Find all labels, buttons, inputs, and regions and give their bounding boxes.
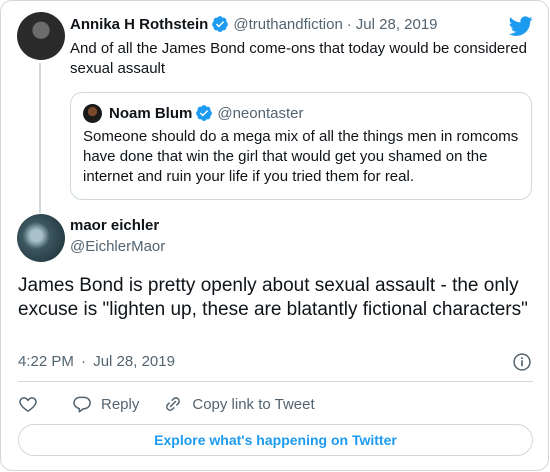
- copy-link-label[interactable]: Copy link to Tweet: [192, 396, 314, 413]
- author-handle: @neontaster: [217, 104, 304, 122]
- reply-button[interactable]: Reply: [72, 394, 139, 414]
- tweet-embed-card: Annika H Rothstein @truthandfiction · Ju…: [0, 0, 549, 471]
- verified-badge-icon: [212, 16, 229, 32]
- heart-icon: [19, 397, 37, 412]
- tweet-timestamp[interactable]: 4:22 PM · Jul 28, 2019: [18, 353, 175, 370]
- parent-tweet-text: And of all the James Bond come-ons that …: [70, 40, 527, 77]
- tweet-date[interactable]: Jul 28, 2019: [356, 16, 438, 33]
- dot-separator: ·: [346, 15, 352, 33]
- tweet-actions: Reply Copy link to Tweet: [18, 393, 315, 415]
- author-name[interactable]: Annika H Rothstein: [70, 16, 208, 33]
- quoted-tweet-text: Someone should do a mega mix of all the …: [83, 128, 519, 185]
- twitter-bird-icon[interactable]: [509, 14, 533, 38]
- avatar[interactable]: [17, 214, 65, 262]
- like-button[interactable]: [18, 394, 38, 414]
- dot-separator: ·: [81, 353, 87, 370]
- author-handle[interactable]: @truthandfiction: [233, 16, 342, 33]
- thread-connector-line: [39, 63, 41, 213]
- reply-icon: [73, 396, 91, 413]
- author-name: Noam Blum: [109, 104, 193, 122]
- main-tweet-text: James Bond is pretty openly about sexual…: [18, 275, 528, 320]
- copy-link-button[interactable]: Copy link to Tweet: [163, 394, 315, 414]
- tweet-time[interactable]: 4:22 PM: [18, 353, 74, 370]
- author-name[interactable]: maor eichler: [70, 217, 159, 234]
- avatar: [83, 104, 102, 123]
- tweet-date[interactable]: Jul 28, 2019: [93, 353, 175, 370]
- explore-button[interactable]: Explore what's happening on Twitter: [18, 424, 533, 456]
- info-icon[interactable]: [512, 352, 532, 372]
- author-handle[interactable]: @EichlerMaor: [70, 238, 165, 255]
- parent-tweet-header: Annika H Rothstein @truthandfiction · Ju…: [70, 15, 438, 33]
- verified-badge-icon: [196, 105, 213, 121]
- quoted-tweet-header: Noam Blum @neontaster: [109, 104, 303, 122]
- divider: [18, 381, 533, 382]
- reply-label[interactable]: Reply: [101, 396, 139, 413]
- avatar[interactable]: [17, 12, 65, 60]
- link-icon: [166, 397, 181, 411]
